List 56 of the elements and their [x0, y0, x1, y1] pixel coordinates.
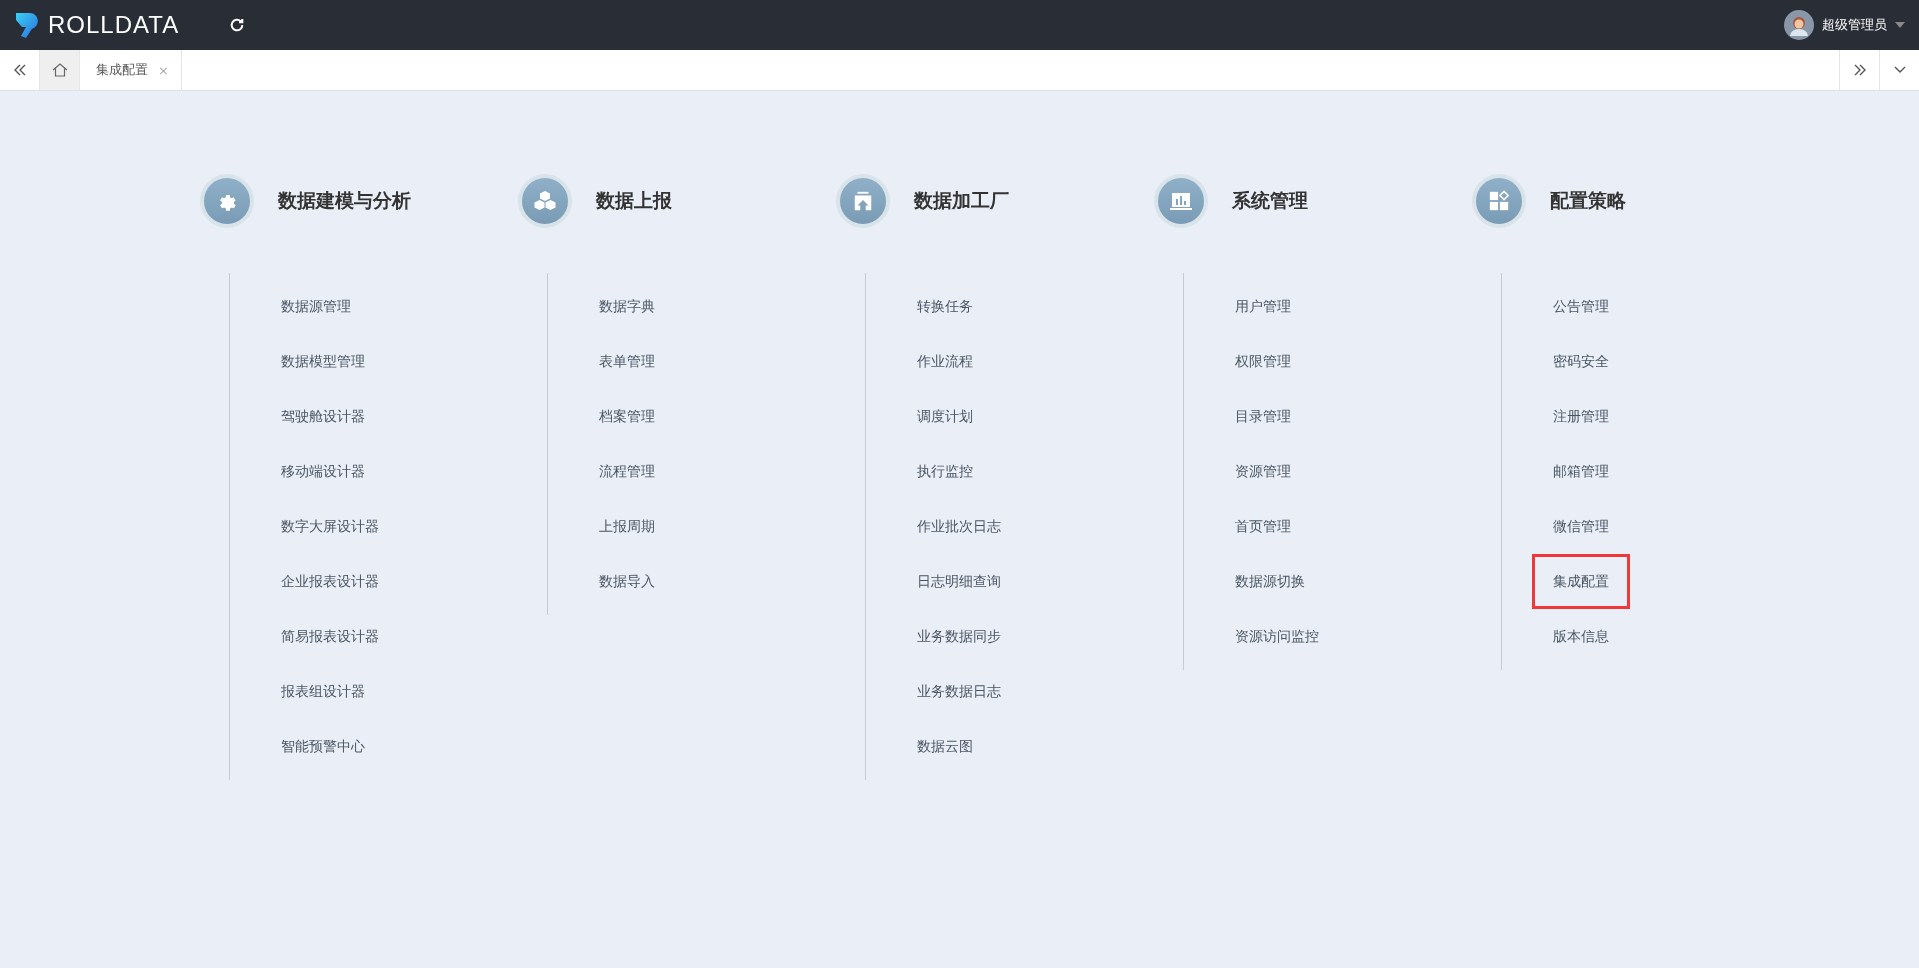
menu-link[interactable]: 目录管理	[1214, 389, 1312, 444]
menu-link[interactable]: 移动端设计器	[260, 444, 386, 499]
menu-link[interactable]: 智能预警中心	[260, 719, 386, 774]
menu-link[interactable]: 数据源切换	[1214, 554, 1326, 609]
user-name[interactable]: 超级管理员	[1822, 16, 1887, 34]
group-title: 数据上报	[596, 188, 672, 213]
menu-link[interactable]: 调度计划	[896, 389, 994, 444]
menu-link[interactable]: 业务数据同步	[896, 609, 1022, 664]
menu-link[interactable]: 权限管理	[1214, 334, 1312, 389]
menu-link[interactable]: 数据模型管理	[260, 334, 386, 389]
menu-link[interactable]: 用户管理	[1214, 279, 1312, 334]
menu-link[interactable]: 作业批次日志	[896, 499, 1022, 554]
menu-link[interactable]: 执行监控	[896, 444, 994, 499]
menu-link[interactable]: 微信管理	[1532, 499, 1630, 554]
menu-link[interactable]: 表单管理	[578, 334, 676, 389]
avatar-icon[interactable]	[1784, 10, 1814, 40]
menu-link[interactable]: 报表组设计器	[260, 664, 386, 719]
menu-link[interactable]: 邮箱管理	[1532, 444, 1630, 499]
group-title: 数据建模与分析	[278, 188, 411, 213]
group-title: 数据加工厂	[914, 188, 1009, 213]
menu-link[interactable]: 上报周期	[578, 499, 676, 554]
menu-link[interactable]: 版本信息	[1532, 609, 1630, 664]
double-chevron-left-icon[interactable]	[12, 63, 27, 77]
menu-link[interactable]: 档案管理	[578, 389, 676, 444]
menu-link[interactable]: 业务数据日志	[896, 664, 1022, 719]
group-title: 系统管理	[1232, 188, 1308, 213]
menu-link[interactable]: 集成配置	[1532, 554, 1630, 609]
apps-grid-icon	[1488, 190, 1510, 212]
menu-link[interactable]: 简易报表设计器	[260, 609, 400, 664]
caret-icon[interactable]	[1895, 22, 1905, 28]
home-tab[interactable]	[40, 50, 80, 90]
menu-link[interactable]: 企业报表设计器	[260, 554, 400, 609]
menu-link[interactable]: 日志明细查询	[896, 554, 1022, 609]
menu-link[interactable]: 数据导入	[578, 554, 676, 609]
menu-link[interactable]: 流程管理	[578, 444, 676, 499]
home-icon[interactable]	[51, 62, 68, 78]
logo-text: ROLLDATA	[48, 11, 180, 39]
menu-link[interactable]: 数据云图	[896, 719, 994, 774]
menu-link[interactable]: 资源访问监控	[1214, 609, 1340, 664]
cubes-icon	[533, 189, 557, 213]
menu-link[interactable]: 驾驶舱设计器	[260, 389, 386, 444]
menu-link[interactable]: 首页管理	[1214, 499, 1312, 554]
menu-link[interactable]: 数据源管理	[260, 279, 372, 334]
group-title: 配置策略	[1550, 188, 1626, 213]
logo-icon	[14, 10, 40, 40]
upload-box-icon	[852, 190, 874, 212]
menu-link[interactable]: 注册管理	[1532, 389, 1630, 444]
menu-link[interactable]: 资源管理	[1214, 444, 1312, 499]
double-chevron-right-icon[interactable]	[1852, 63, 1867, 77]
menu-link[interactable]: 密码安全	[1532, 334, 1630, 389]
menu-link[interactable]: 转换任务	[896, 279, 994, 334]
menu-link[interactable]: 数据字典	[578, 279, 676, 334]
menu-link[interactable]: 公告管理	[1532, 279, 1630, 334]
chart-monitor-icon	[1169, 190, 1193, 212]
menu-link[interactable]: 作业流程	[896, 334, 994, 389]
menu-link[interactable]: 数字大屏设计器	[260, 499, 400, 554]
